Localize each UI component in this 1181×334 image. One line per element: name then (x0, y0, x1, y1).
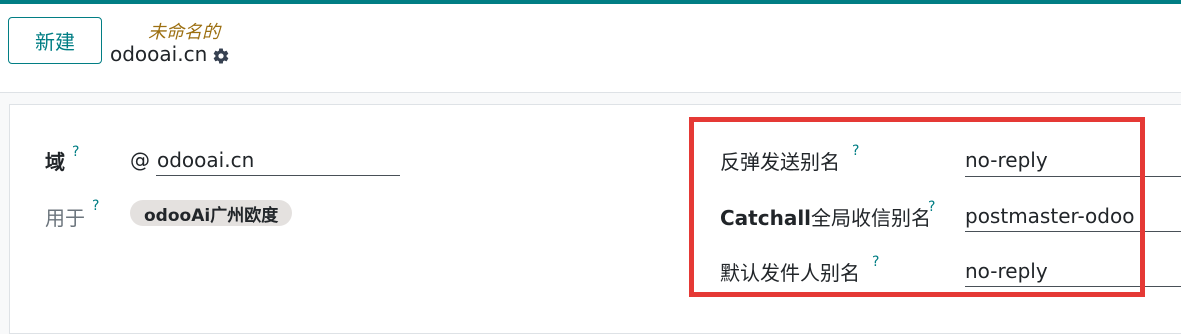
domain-input-underline (156, 175, 400, 176)
domain-help-icon[interactable]: ? (72, 144, 79, 160)
bounce-alias-label: 反弹发送别名 (720, 150, 840, 174)
default-from-help-icon[interactable]: ? (872, 254, 879, 270)
catchall-label-suffix: 全局收信别名 (811, 206, 932, 230)
default-from-underline (965, 286, 1181, 287)
catchall-alias-label: Catchall全局收信别名 (720, 202, 931, 231)
domain-prefix: @ (130, 148, 150, 172)
catchall-alias-underline (965, 231, 1181, 232)
domain-input[interactable]: odooai.cn (157, 148, 254, 172)
bounce-alias-help-icon[interactable]: ? (852, 143, 859, 159)
used-for-help-icon[interactable]: ? (92, 198, 99, 214)
gear-icon[interactable] (212, 47, 230, 65)
default-from-label: 默认发件人别名 (720, 261, 860, 285)
domain-label: 域 (45, 150, 65, 174)
catchall-alias-input[interactable]: postmaster-odoo (965, 204, 1134, 228)
catchall-label-prefix: Catchall (720, 206, 812, 230)
used-for-label: 用于 (45, 206, 85, 230)
bounce-alias-underline (965, 176, 1181, 177)
new-button[interactable]: 新建 (8, 17, 102, 64)
control-panel: 新建 未命名的 odooai.cn (0, 4, 1181, 93)
record-title: odooai.cn (110, 42, 208, 66)
company-tag[interactable]: odooAi广州欧度 (130, 200, 293, 226)
default-from-input[interactable]: no-reply (965, 259, 1048, 283)
bounce-alias-input[interactable]: no-reply (965, 148, 1048, 172)
catchall-alias-help-icon[interactable]: ? (928, 199, 935, 215)
unsaved-status: 未命名的 (148, 22, 220, 43)
